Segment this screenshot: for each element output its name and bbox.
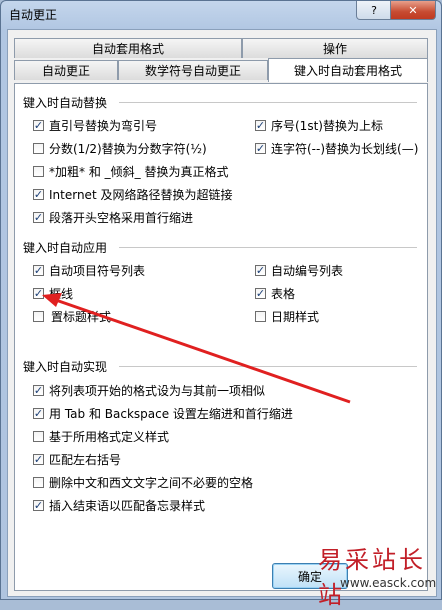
checkbox-box[interactable] (33, 311, 44, 322)
help-button[interactable]: ? (356, 1, 392, 20)
checkbox-smart-quotes[interactable]: ✓ 直引号替换为弯引号 (33, 117, 157, 134)
checkbox-box[interactable]: ✓ (33, 454, 44, 465)
checkbox-builtin-heading-styles[interactable]: 置标题样式 (33, 308, 111, 325)
section-divider (119, 247, 417, 248)
checkbox-ordinals-superscript[interactable]: ✓ 序号(1st)替换为上标 (255, 117, 383, 134)
title-bar: 自动更正 ? ✕ (1, 1, 441, 27)
watermark: 易采站长站 www.easck.com (304, 540, 442, 609)
checkbox-fractions[interactable]: 分数(1/2)替换为分数字符(½) (33, 140, 207, 157)
dialog-client: 自动套用格式 操作 自动更正 数学符号自动更正 键入时自动套用格式 键入时自动替… (7, 29, 437, 597)
checkbox-box[interactable]: ✓ (33, 189, 44, 200)
help-icon: ? (371, 3, 377, 17)
checkbox-box[interactable] (33, 166, 44, 177)
checkbox-list-format-like-previous[interactable]: ✓ 将列表项开始的格式设为与其前一项相似 (33, 382, 265, 399)
section-title-replace: 键入时自动替换 (23, 96, 108, 110)
checkbox-bold-italic[interactable]: *加粗* 和 _倾斜_ 替换为真正格式 (33, 163, 228, 180)
close-button[interactable]: ✕ (390, 1, 436, 20)
tab-autoformat[interactable]: 自动套用格式 (14, 38, 242, 58)
checkbox-box[interactable]: ✓ (33, 212, 44, 223)
checkbox-auto-numbering[interactable]: ✓ 自动编号列表 (255, 262, 343, 279)
checkbox-remove-extra-spaces[interactable]: 删除中文和西文文字之间不必要的空格 (33, 474, 253, 491)
checkbox-box[interactable]: ✓ (33, 120, 44, 131)
checkbox-date-styles[interactable]: 日期样式 (255, 308, 319, 325)
autocorrect-dialog: 自动更正 ? ✕ 自动套用格式 操作 自动更正 数学符号自动更正 键入时自动套用… (0, 0, 442, 600)
checkbox-tables[interactable]: ✓ 表格 (255, 285, 295, 302)
watermark-url: www.easck.com (340, 576, 437, 590)
checkbox-box[interactable]: ✓ (33, 265, 44, 276)
checkbox-box[interactable]: ✓ (255, 288, 266, 299)
tab-panel: 键入时自动替换 ✓ 直引号替换为弯引号 ✓ 序号(1st)替换为上标 分数(1/2)… (14, 83, 428, 591)
checkbox-box[interactable]: ✓ (33, 500, 44, 511)
checkbox-hyperlinks[interactable]: ✓ Internet 及网络路径替换为超链接 (33, 186, 232, 203)
section-divider (119, 102, 417, 103)
checkbox-tab-backspace-indent[interactable]: ✓ 用 Tab 和 Backspace 设置左缩进和首行缩进 (33, 405, 293, 422)
section-title-realize: 键入时自动实现 (23, 360, 108, 374)
checkbox-first-line-indent[interactable]: ✓ 段落开头空格采用首行缩进 (33, 209, 193, 226)
checkbox-box[interactable]: ✓ (255, 120, 266, 131)
tab-autoformat-as-you-type[interactable]: 键入时自动套用格式 (268, 58, 428, 82)
checkbox-borders[interactable]: ✓ 框线 (33, 285, 73, 302)
checkbox-box[interactable] (33, 431, 44, 442)
window-title: 自动更正 (9, 8, 58, 22)
checkbox-box[interactable] (255, 311, 266, 322)
tab-autocorrect[interactable]: 自动更正 (14, 60, 118, 80)
checkbox-define-styles[interactable]: 基于所用格式定义样式 (33, 428, 169, 445)
section-divider (119, 366, 417, 367)
tab-actions[interactable]: 操作 (242, 38, 428, 58)
tab-math-autocorrect[interactable]: 数学符号自动更正 (118, 60, 268, 80)
checkbox-box[interactable] (33, 477, 44, 488)
checkbox-memo-closings[interactable]: ✓ 插入结束语以匹配备忘录样式 (33, 497, 205, 514)
checkbox-box[interactable]: ✓ (33, 408, 44, 419)
checkbox-hyphens-dash[interactable]: ✓ 连字符(--)替换为长划线(—) (255, 140, 418, 157)
checkbox-box[interactable] (33, 143, 44, 154)
checkbox-match-parentheses[interactable]: ✓ 匹配左右括号 (33, 451, 121, 468)
checkbox-box[interactable]: ✓ (255, 265, 266, 276)
checkbox-auto-bullets[interactable]: ✓ 自动项目符号列表 (33, 262, 145, 279)
checkbox-box[interactable]: ✓ (255, 143, 266, 154)
close-icon: ✕ (408, 3, 418, 17)
section-title-apply: 键入时自动应用 (23, 241, 108, 255)
checkbox-box[interactable]: ✓ (33, 385, 44, 396)
checkbox-box[interactable]: ✓ (33, 288, 44, 299)
